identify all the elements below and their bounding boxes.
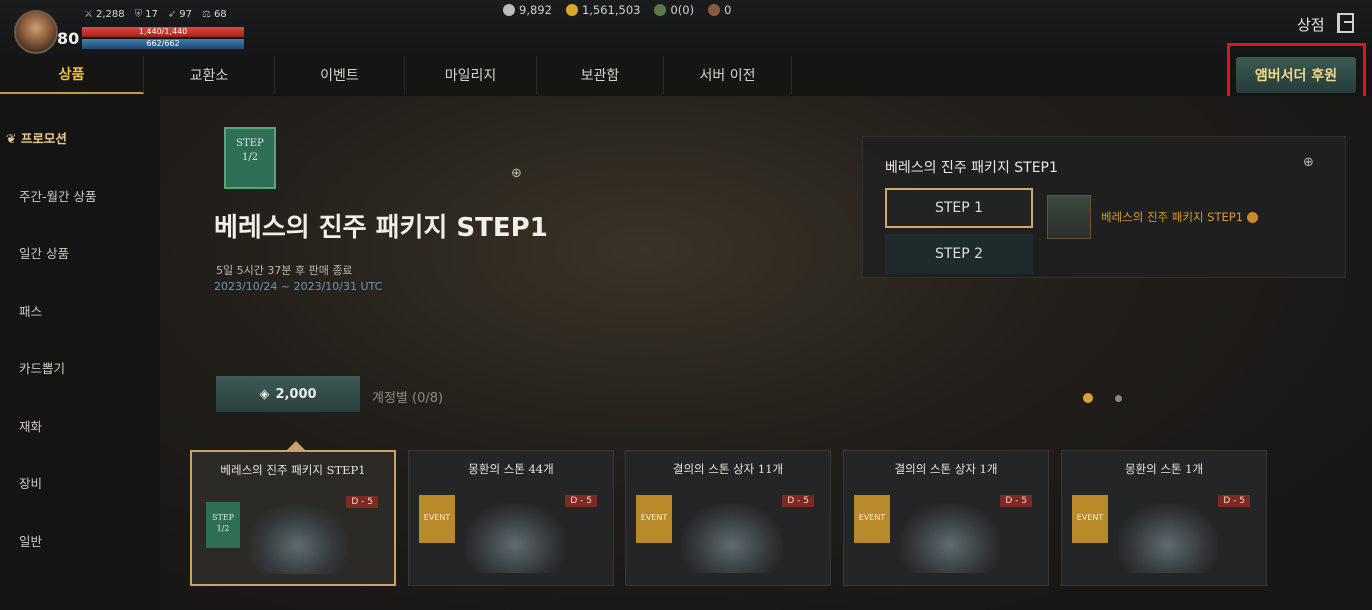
sidebar-item-promotion[interactable]: ❦ 프로모션 bbox=[6, 128, 67, 147]
step-flag-line1: STEP bbox=[236, 138, 264, 149]
sidebar-item-pass[interactable]: 패스 bbox=[19, 301, 42, 320]
weight-icon: ⚖ bbox=[201, 9, 211, 20]
card-title: 베레스의 진주 패키지 STEP1 bbox=[220, 463, 366, 477]
item-thumbnail[interactable] bbox=[1047, 195, 1091, 239]
stat-hit-value: 97 bbox=[179, 9, 192, 20]
currency-diamond: 9,892 bbox=[503, 3, 552, 17]
stat-weight-value: 68 bbox=[213, 9, 227, 20]
currency-medal: 0 bbox=[708, 3, 731, 17]
step-flag-line2: 1/2 bbox=[241, 152, 259, 163]
medal-icon bbox=[708, 4, 721, 16]
sidebar-item-card-draw[interactable]: 카드뽑기 bbox=[19, 358, 65, 377]
event-badge: EVENT bbox=[1072, 495, 1108, 543]
player-stats: ⚔ 2,288 ⛨ 17 ➶ 97 ⚖ 68 bbox=[84, 9, 227, 20]
currency-adena-value: 1,561,503 bbox=[581, 3, 641, 17]
chest-icon bbox=[900, 503, 1000, 573]
tab-server-transfer[interactable]: 서버 이전 bbox=[664, 56, 792, 94]
player-level: 80 bbox=[57, 29, 80, 48]
card-title: 몽환의 스톤 1개 bbox=[1124, 462, 1204, 476]
carousel-dot-active[interactable] bbox=[1083, 393, 1093, 403]
date-range: 2023/10/24 ~ 2023/10/31 UTC bbox=[214, 280, 383, 293]
carousel-dot[interactable] bbox=[1115, 395, 1122, 402]
info-icon[interactable] bbox=[1247, 212, 1259, 223]
sale-end-text: 5일 5시간 37분 후 판매 종료 bbox=[216, 264, 353, 277]
d-day-badge: D - 5 bbox=[1218, 495, 1250, 507]
selected-caret bbox=[287, 441, 305, 450]
step-2-button[interactable]: STEP 2 bbox=[885, 234, 1033, 274]
d-day-badge: D - 5 bbox=[346, 496, 378, 508]
sidebar-item-currency[interactable]: 재화 bbox=[19, 416, 42, 435]
product-card[interactable]: 결의의 스톤 상자 1개 D - 5 EVENT bbox=[843, 450, 1049, 586]
product-card[interactable]: 몽환의 스톤 1개 D - 5 EVENT bbox=[1061, 450, 1267, 586]
avatar[interactable] bbox=[14, 10, 58, 54]
d-day-badge: D - 5 bbox=[565, 495, 597, 507]
sidebar-item-equipment[interactable]: 장비 bbox=[19, 473, 42, 492]
sidebar-item-label: 프로모션 bbox=[20, 131, 67, 146]
currency-token-value: 0(0) bbox=[670, 3, 695, 17]
sidebar-item-general[interactable]: 일반 bbox=[19, 531, 42, 550]
tab-products[interactable]: 상품 bbox=[0, 56, 144, 94]
sidebar-item-weekly-monthly[interactable]: 주간-월간 상품 bbox=[19, 186, 96, 205]
chest-icon bbox=[248, 504, 348, 574]
token-icon bbox=[654, 4, 667, 16]
currency-diamond-value: 9,892 bbox=[519, 3, 552, 17]
purchase-limit: 계정별 (0/8) bbox=[372, 391, 444, 406]
top-bar: 80 ⚔ 2,288 ⛨ 17 ➶ 97 ⚖ 68 1,440/1,440 662/66… bbox=[0, 0, 1372, 60]
stat-defense: ⛨ 17 bbox=[135, 9, 158, 20]
shop-title: 상점 bbox=[1297, 16, 1325, 34]
sidebar-item-daily[interactable]: 일간 상품 bbox=[19, 243, 69, 262]
card-title: 몽환의 스톤 44개 bbox=[468, 462, 554, 476]
zoom-icon[interactable]: ⊕ bbox=[1303, 155, 1314, 170]
item-name-label: 베레스의 진주 패키지 STEP1 bbox=[1101, 210, 1244, 224]
shield-icon: ⛨ bbox=[134, 9, 143, 20]
arrow-icon: ➶ bbox=[167, 9, 177, 20]
diamond-icon bbox=[503, 4, 515, 16]
d-day-badge: D - 5 bbox=[1000, 495, 1032, 507]
stat-defense-value: 17 bbox=[145, 9, 158, 20]
buy-button[interactable]: ◈ 2,000 bbox=[216, 376, 360, 412]
sword-icon: ⚔ bbox=[84, 9, 93, 20]
step-badge: STEP 1/2 bbox=[206, 502, 240, 548]
price-value: 2,000 bbox=[275, 386, 317, 402]
product-card[interactable]: 몽환의 스톤 44개 D - 5 EVENT bbox=[408, 450, 614, 586]
item-name[interactable]: 베레스의 진주 패키지 STEP1 bbox=[1101, 209, 1259, 225]
tab-exchange[interactable]: 교환소 bbox=[144, 56, 275, 94]
tab-event[interactable]: 이벤트 bbox=[275, 56, 405, 94]
card-title: 결의의 스톤 상자 11개 bbox=[672, 462, 784, 476]
currency-token: 0(0) bbox=[654, 3, 694, 17]
stone-icon bbox=[1118, 503, 1218, 573]
event-badge: EVENT bbox=[854, 495, 890, 543]
stat-attack: ⚔ 2,288 bbox=[84, 9, 125, 20]
sidebar: ❦ 프로모션 주간-월간 상품 일간 상품 패스 카드뽑기 재화 장비 일반 bbox=[0, 96, 160, 610]
currency-adena: 1,561,503 bbox=[565, 3, 641, 17]
product-card[interactable]: 결의의 스톤 상자 11개 D - 5 EVENT bbox=[625, 450, 831, 586]
currency-bar: 9,892 1,561,503 0(0) 0 bbox=[503, 3, 731, 17]
stat-attack-value: 2,288 bbox=[95, 9, 125, 20]
d-day-badge: D - 5 bbox=[782, 495, 814, 507]
exit-icon[interactable] bbox=[1337, 13, 1354, 33]
zoom-icon[interactable]: ⊕ bbox=[511, 166, 522, 181]
step-1-button[interactable]: STEP 1 bbox=[885, 188, 1033, 228]
tab-storage[interactable]: 보관함 bbox=[537, 56, 664, 94]
card-title: 결의의 스톤 상자 1개 bbox=[894, 462, 998, 476]
event-badge: EVENT bbox=[419, 495, 455, 543]
leaf-icon: ❦ bbox=[6, 131, 17, 146]
tab-bar: 상품 교환소 이벤트 마일리지 보관함 서버 이전 bbox=[0, 56, 800, 94]
chest-icon bbox=[682, 503, 782, 573]
stat-hit: ➶ 97 bbox=[168, 9, 192, 20]
panel-title: 베레스의 진주 패키지 STEP1 bbox=[885, 160, 1058, 176]
package-detail-panel: 베레스의 진주 패키지 STEP1 ⊕ STEP 1 STEP 2 베레스의 진… bbox=[862, 136, 1346, 278]
step-flag: STEP 1/2 bbox=[224, 127, 276, 189]
product-card[interactable]: 베레스의 진주 패키지 STEP1 D - 5 STEP 1/2 bbox=[190, 450, 396, 586]
diamond-icon: ◈ bbox=[259, 386, 270, 402]
stat-weight: ⚖ 68 bbox=[202, 9, 227, 20]
gold-coin-icon bbox=[565, 4, 578, 16]
mp-bar: 662/662 bbox=[82, 39, 244, 49]
hp-bar: 1,440/1,440 bbox=[82, 27, 244, 37]
package-title: 베레스의 진주 패키지 STEP1 bbox=[214, 213, 548, 243]
currency-medal-value: 0 bbox=[724, 3, 732, 17]
event-badge: EVENT bbox=[636, 495, 672, 543]
tab-mileage[interactable]: 마일리지 bbox=[405, 56, 537, 94]
stone-icon bbox=[465, 503, 565, 573]
